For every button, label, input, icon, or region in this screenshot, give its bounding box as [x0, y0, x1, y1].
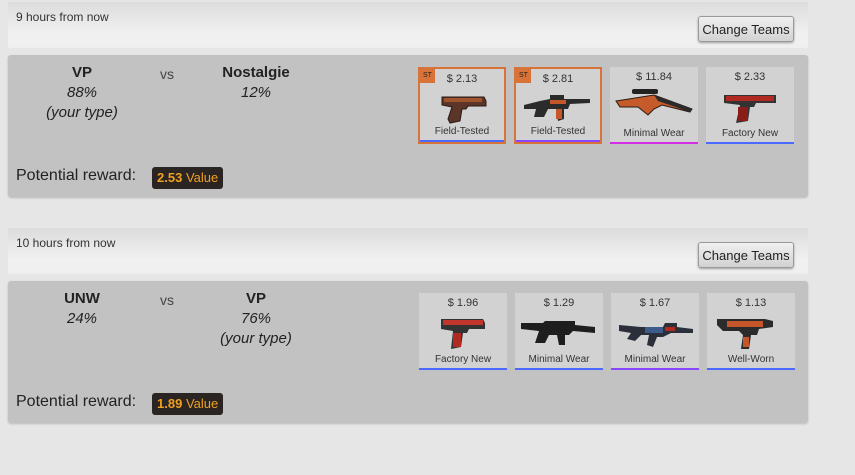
rarity-bar [420, 140, 504, 142]
team-note: (your type) [46, 104, 118, 121]
skin-item[interactable]: $ 1.96 Factory New [419, 293, 507, 370]
rarity-bar [707, 368, 795, 370]
team-name: UNW [64, 290, 100, 307]
skin-item[interactable]: ST $ 2.81 Field-Tested [514, 67, 602, 144]
item-price: $ 1.67 [639, 297, 671, 309]
reward-badge: 2.53 Value [152, 167, 224, 189]
item-wear: Minimal Wear [623, 128, 685, 139]
pistol-icon [441, 96, 487, 124]
item-wear: Factory New [434, 354, 492, 365]
item-wear: Field-Tested [530, 126, 586, 137]
team-percentage: 12% [240, 84, 272, 101]
match-header [8, 2, 808, 48]
reward-value: 2.53 [157, 170, 183, 185]
team-b[interactable]: VP 76% (your type) [196, 289, 316, 349]
item-wear: Minimal Wear [624, 354, 686, 365]
item-price: $ 2.13 [446, 73, 478, 85]
rarity-bar [419, 368, 507, 370]
skin-item[interactable]: $ 1.13 Well-Worn [707, 293, 795, 370]
match-time: 10 hours from now [16, 236, 116, 250]
rarity-bar [611, 368, 699, 370]
match-panel: UNW 24% vs VP 76% (your type) $ 1.96 Fac… [8, 281, 808, 423]
skin-item[interactable]: $ 1.67 Minimal Wear [611, 293, 699, 370]
item-price: $ 2.81 [542, 73, 574, 85]
reward-value: 1.89 [157, 396, 183, 411]
rarity-bar [516, 140, 600, 142]
team-name: VP [245, 290, 266, 307]
reward-unit: Value [185, 396, 219, 411]
item-price: $ 1.13 [735, 297, 767, 309]
team-name: Nostalgie [222, 64, 290, 81]
rarity-bar [706, 142, 794, 144]
match-header [8, 228, 808, 274]
team-b[interactable]: Nostalgie 12% [196, 63, 316, 103]
item-price: $ 11.84 [636, 71, 672, 83]
skin-item[interactable]: $ 11.84 Minimal Wear [610, 67, 698, 144]
rifle-icon [521, 321, 595, 345]
sniper-rifle-icon [615, 89, 693, 116]
change-teams-button[interactable]: Change Teams [698, 16, 794, 42]
item-wear: Well-Worn [727, 354, 775, 365]
team-a[interactable]: UNW 24% [22, 289, 142, 329]
item-price: $ 2.33 [734, 71, 766, 83]
skin-item[interactable]: $ 1.29 Minimal Wear [515, 293, 603, 370]
smg-icon [717, 319, 773, 349]
team-percentage: 76% [240, 310, 272, 327]
team-note: (your type) [220, 330, 292, 347]
team-name: VP [71, 64, 92, 81]
rarity-bar [515, 368, 603, 370]
match-panel: VP 88% (your type) vs Nostalgie 12% ST $… [8, 55, 808, 197]
rifle-icon [524, 95, 590, 121]
team-percentage: 88% [66, 84, 98, 101]
reward-unit: Value [185, 170, 219, 185]
item-price: $ 1.29 [543, 297, 575, 309]
item-wear: Field-Tested [434, 126, 490, 137]
vs-label: vs [160, 292, 174, 308]
rarity-bar [610, 142, 698, 144]
team-a[interactable]: VP 88% (your type) [22, 63, 142, 123]
item-price: $ 1.96 [447, 297, 479, 309]
vs-label: vs [160, 66, 174, 82]
change-teams-button[interactable]: Change Teams [698, 242, 794, 268]
match-time: 9 hours from now [16, 10, 109, 24]
reward-label: Potential reward: [16, 393, 137, 410]
pistol-icon [441, 319, 485, 349]
pistol-icon [724, 95, 776, 123]
skin-item[interactable]: ST $ 2.13 Field-Tested [418, 67, 506, 144]
team-percentage: 24% [66, 310, 98, 327]
rifle-icon [619, 323, 693, 347]
reward-label: Potential reward: [16, 167, 137, 184]
item-wear: Minimal Wear [528, 354, 590, 365]
item-wear: Factory New [721, 128, 779, 139]
skin-item[interactable]: $ 2.33 Factory New [706, 67, 794, 144]
reward-badge: 1.89 Value [152, 393, 224, 415]
